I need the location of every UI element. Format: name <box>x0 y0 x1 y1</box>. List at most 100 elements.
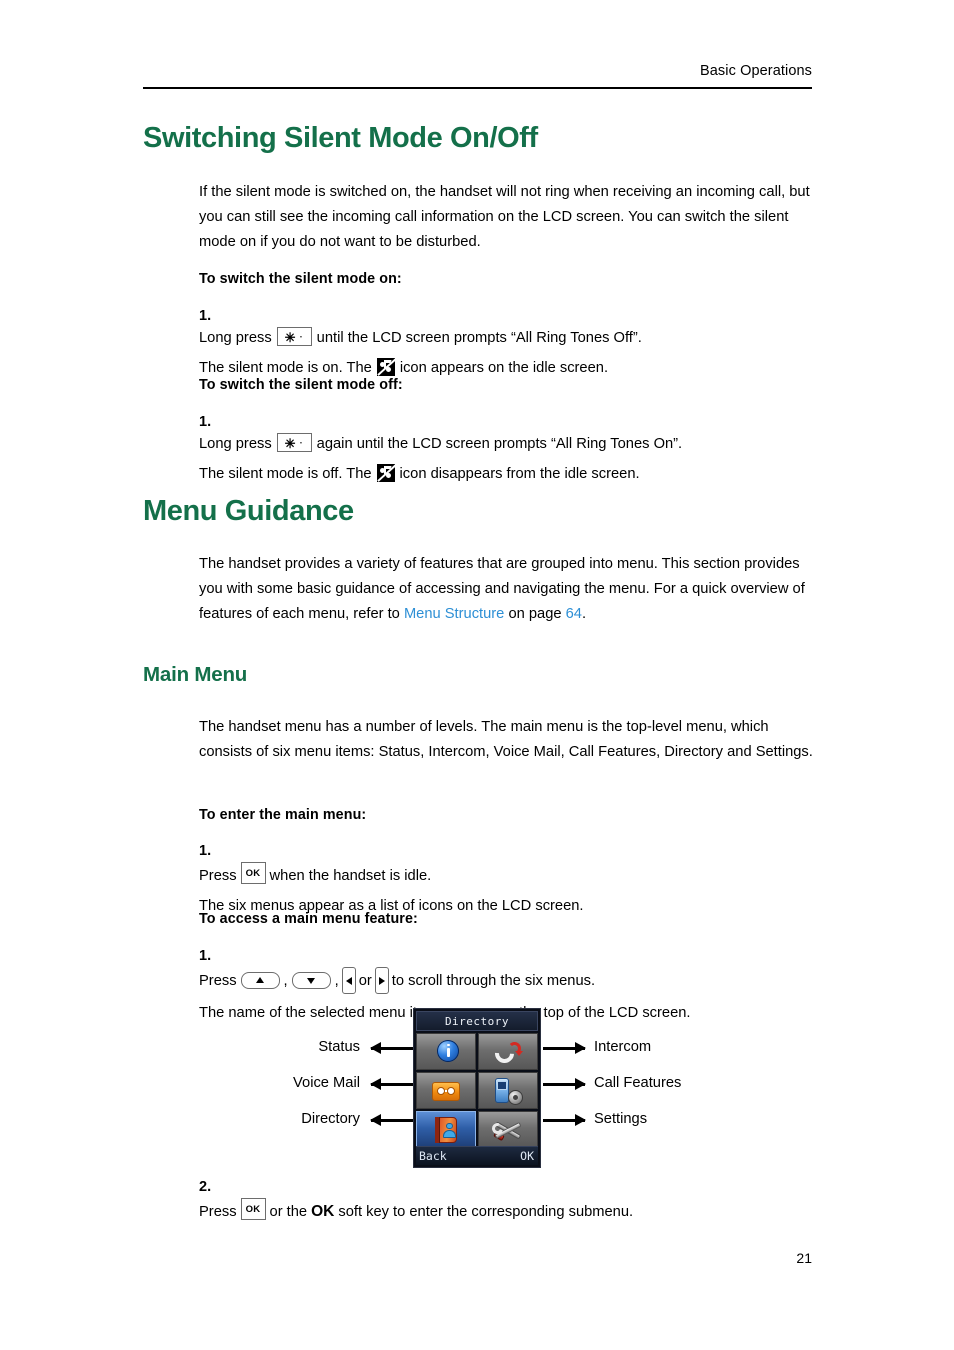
step-line: The silent mode is on. The icon appears o… <box>199 357 819 379</box>
lcd-screen: Directory Back OK <box>413 1008 541 1168</box>
lcd-menu-item-settings[interactable] <box>478 1111 538 1148</box>
page-header: Basic Operations <box>143 62 812 83</box>
step-enter-main-menu: 1. Press OK when the handset is idle. The … <box>199 840 819 917</box>
step-text: soft key to enter the corresponding subm… <box>338 1204 634 1220</box>
step-number: 2. <box>199 1179 212 1195</box>
wrench-screwdriver-icon <box>490 1116 523 1144</box>
step-text: icon disappears from the idle screen. <box>399 466 640 482</box>
lcd-menu-item-call-features[interactable] <box>478 1072 538 1109</box>
step-text: or the <box>269 1204 308 1220</box>
step-text: Long press <box>199 330 272 346</box>
callout-arrow-intercom <box>543 1042 586 1055</box>
step-line: Press OK when the handset is idle. <box>199 862 819 887</box>
step-text: icon appears on the idle screen. <box>399 360 609 376</box>
main-menu-diagram: Status Voice Mail Directory Directory Ba… <box>0 1005 954 1170</box>
step-line: Press,, or to scroll through the six menus… <box>199 967 819 994</box>
step-number: 1. <box>199 414 212 430</box>
lead-switch-silent-on: To switch the silent mode on: <box>199 271 402 287</box>
step-line: The silent mode is off. The icon disappea… <box>199 463 819 485</box>
step-separator: , <box>283 973 288 989</box>
step-text: Press <box>199 1204 237 1220</box>
step-number: 1. <box>199 308 212 324</box>
step-text: The silent mode is off. The <box>199 466 372 482</box>
left-arrow-key-icon[interactable] <box>341 967 356 994</box>
lcd-menu-item-intercom[interactable] <box>478 1033 538 1070</box>
step-line: Long press ✳ ᐧ again until the LCD screen p… <box>199 433 819 455</box>
star-key-icon[interactable]: ✳ ᐧ <box>276 327 312 346</box>
star-key-mark: ᐧ <box>299 438 302 448</box>
softkey-back[interactable]: Back <box>419 1147 447 1166</box>
header-rule <box>143 87 812 89</box>
callout-label-directory: Directory <box>301 1111 360 1127</box>
down-arrow-key-icon[interactable] <box>291 972 331 989</box>
callout-label-intercom: Intercom <box>594 1039 652 1055</box>
link-page-64[interactable]: 64 <box>566 606 582 622</box>
step-switch-silent-on: 1. Long press ✳ ᐧ until the LCD screen prom… <box>199 305 819 379</box>
ok-key-label: OK <box>245 868 261 879</box>
link-menu-structure[interactable]: Menu Structure <box>404 606 504 622</box>
step-text: or <box>358 973 372 989</box>
lcd-menu-item-directory[interactable] <box>416 1111 476 1148</box>
lcd-title-bar: Directory <box>416 1011 538 1031</box>
silent-mode-icon <box>376 358 395 376</box>
lcd-menu-item-voice-mail[interactable] <box>416 1072 476 1109</box>
step-text: Long press <box>199 436 272 452</box>
paragraph-text: . <box>581 605 587 622</box>
lcd-softkey-bar: Back OK <box>416 1146 538 1165</box>
lead-access-main-menu-feature: To access a main menu feature: <box>199 911 418 927</box>
star-key-icon[interactable]: ✳ ᐧ <box>276 433 312 452</box>
silent-mode-intro-paragraph: If the silent mode is switched on, the h… <box>199 184 810 250</box>
voicemail-icon <box>431 1077 461 1105</box>
step-line: Long press ✳ ᐧ until the LCD screen prompts… <box>199 327 819 349</box>
step-text: again until the LCD screen prompts “All … <box>316 436 683 452</box>
step-text: The silent mode is on. The <box>199 360 372 376</box>
callout-arrow-directory <box>370 1114 413 1127</box>
ok-softkey-name: OK <box>311 1203 335 1220</box>
step-line: Press OK or the OK soft key to enter the cor… <box>199 1198 819 1223</box>
ok-key-label: OK <box>245 1204 261 1215</box>
asterisk-glyph: ✳ <box>284 436 296 451</box>
page-title: Switching Silent Mode On/Off <box>143 122 538 154</box>
callout-arrow-voice-mail <box>370 1078 413 1091</box>
ok-key-icon[interactable]: OK <box>240 1198 266 1220</box>
handset-arrow-icon <box>491 1038 523 1067</box>
callout-arrow-settings <box>543 1114 586 1127</box>
document-page: Basic Operations Switching Silent Mode O… <box>0 0 954 1350</box>
step-press-ok-submenu: 2. Press OK or the OK soft key to enter the … <box>199 1176 819 1223</box>
lead-switch-silent-off: To switch the silent mode off: <box>199 377 403 393</box>
step-separator: , <box>334 973 339 989</box>
asterisk-glyph: ✳ <box>284 330 296 345</box>
section-heading-menu-guidance: Menu Guidance <box>143 495 354 527</box>
menu-guidance-paragraph: The handset provides a variety of featur… <box>199 552 814 626</box>
main-menu-intro-paragraph: The handset menu has a number of levels.… <box>199 719 813 760</box>
callout-label-settings: Settings <box>594 1111 648 1127</box>
star-key-mark: ᐧ <box>299 332 302 342</box>
step-number: 1. <box>199 948 212 964</box>
step-text: until the LCD screen prompts “All Ring T… <box>316 330 642 346</box>
address-book-icon <box>431 1116 461 1144</box>
page-number: 21 <box>796 1250 812 1266</box>
softkey-ok[interactable]: OK <box>520 1147 534 1166</box>
lcd-menu-item-status[interactable] <box>416 1033 476 1070</box>
step-text: when the handset is idle. <box>269 868 432 884</box>
lead-enter-main-menu: To enter the main menu: <box>199 807 367 823</box>
step-switch-silent-off: 1. Long press ✳ ᐧ again until the LCD scree… <box>199 411 819 485</box>
right-arrow-key-icon[interactable] <box>374 967 389 994</box>
step-text: Press <box>199 868 237 884</box>
callout-arrow-call-features <box>543 1078 586 1091</box>
callout-label-voice-mail: Voice Mail <box>293 1075 360 1091</box>
info-icon <box>431 1038 461 1066</box>
callout-label-call-features: Call Features <box>594 1075 682 1091</box>
ok-key-icon[interactable]: OK <box>240 862 266 884</box>
step-text: Press <box>199 973 237 989</box>
running-header-title: Basic Operations <box>699 63 812 79</box>
callout-label-status: Status <box>318 1039 360 1055</box>
callout-arrow-status <box>370 1042 413 1055</box>
up-arrow-key-icon[interactable] <box>240 972 280 989</box>
section-heading-main-menu: Main Menu <box>143 663 248 686</box>
lcd-menu-grid <box>416 1033 538 1148</box>
phone-gear-icon <box>493 1077 523 1105</box>
paragraph-text: on page <box>504 605 566 622</box>
silent-mode-icon <box>376 464 395 482</box>
step-number: 1. <box>199 843 212 859</box>
